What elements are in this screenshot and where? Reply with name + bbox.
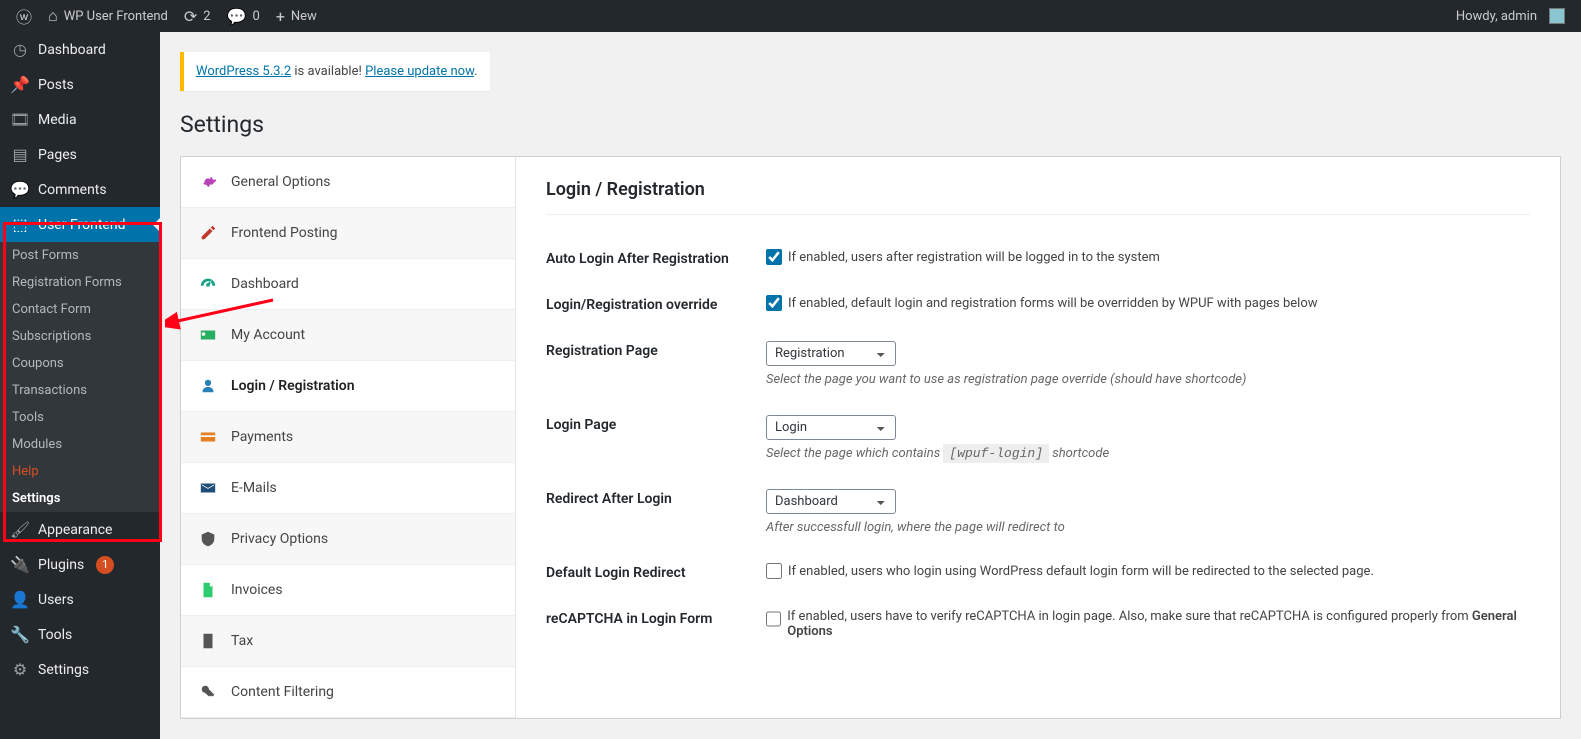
submenu-item-contact-form[interactable]: Contact Form [0, 296, 160, 323]
page-title: Settings [180, 111, 1561, 138]
submenu-item-modules[interactable]: Modules [0, 431, 160, 458]
settings-panel: General OptionsFrontend PostingDashboard… [180, 156, 1561, 719]
submenu-item-registration-forms[interactable]: Registration Forms [0, 269, 160, 296]
id-icon [199, 326, 217, 344]
content-heading: Login / Registration [546, 179, 1530, 215]
reg-page-select[interactable]: Registration [766, 341, 896, 366]
wordpress-icon: ⓦ [16, 4, 32, 28]
submenu-item-subscriptions[interactable]: Subscriptions [0, 323, 160, 350]
tab-payments[interactable]: Payments [181, 412, 515, 463]
toolbar-site-link[interactable]: ⌂ WP User Frontend [40, 0, 176, 32]
sidebar-item-users[interactable]: 👤Users [0, 582, 160, 617]
auto-login-checkbox[interactable] [766, 249, 782, 265]
user-frontend-icon: ⬚ [10, 215, 30, 234]
tab-my-account[interactable]: My Account [181, 310, 515, 361]
field-auto-login: Auto Login After Registration If enabled… [546, 235, 1530, 281]
tab-content-filtering[interactable]: Content Filtering [181, 667, 515, 718]
posts-icon: 📌 [10, 75, 30, 94]
doc2-icon [199, 632, 217, 650]
submenu-item-post-forms[interactable]: Post Forms [0, 242, 160, 269]
comments-icon: 💬 [10, 180, 30, 199]
home-icon: ⌂ [48, 6, 58, 26]
settings-tabs: General OptionsFrontend PostingDashboard… [181, 157, 516, 718]
sidebar-item-comments[interactable]: 💬Comments [0, 172, 160, 207]
card-icon [199, 428, 217, 446]
doc-icon [199, 581, 217, 599]
sidebar-item-pages[interactable]: ▤Pages [0, 137, 160, 172]
main-content: WordPress 5.3.2 is available! Please upd… [160, 32, 1581, 739]
submenu-item-settings[interactable]: Settings [0, 485, 160, 512]
field-reg-page: Registration Page Registration Select th… [546, 327, 1530, 401]
site-name: WP User Frontend [64, 9, 168, 24]
shield-icon [199, 530, 217, 548]
sidebar-item-media[interactable]: 🎞Media [0, 102, 160, 137]
default-redirect-checkbox[interactable] [766, 563, 782, 579]
redirect-select[interactable]: Dashboard [766, 489, 896, 514]
toolbar-new[interactable]: +New [268, 0, 325, 32]
field-recaptcha: reCAPTCHA in Login Form If enabled, user… [546, 595, 1530, 653]
settings-content: Login / Registration Auto Login After Re… [516, 157, 1560, 718]
plugins-icon: 🔌 [10, 555, 30, 574]
tab-general-options[interactable]: General Options [181, 157, 515, 208]
appearance-icon: 🖌 [10, 520, 30, 539]
pencil-icon [199, 224, 217, 242]
submenu-item-coupons[interactable]: Coupons [0, 350, 160, 377]
field-default-redirect: Default Login Redirect If enabled, users… [546, 549, 1530, 595]
submenu-item-help[interactable]: Help [0, 458, 160, 485]
user-icon [199, 377, 217, 395]
update-now-link[interactable]: Please update now [365, 64, 474, 79]
users-icon: 👤 [10, 590, 30, 609]
toolbar-comments[interactable]: 💬0 [219, 0, 268, 32]
admin-sidebar: ◷Dashboard📌Posts🎞Media▤Pages💬Comments⬚Us… [0, 32, 160, 739]
toolbar-account[interactable]: Howdy, admin [1448, 0, 1573, 32]
mail-icon [199, 479, 217, 497]
sidebar-item-dashboard[interactable]: ◷Dashboard [0, 32, 160, 67]
login-page-select[interactable]: Login [766, 415, 896, 440]
admin-toolbar: ⓦ ⌂ WP User Frontend ⟳2 💬0 +New Howdy, ad… [0, 0, 1581, 32]
key-icon [199, 683, 217, 701]
update-version-link[interactable]: WordPress 5.3.2 [196, 64, 291, 79]
sidebar-item-user-frontend[interactable]: ⬚User Frontend [0, 207, 160, 242]
tab-login-registration[interactable]: Login / Registration [181, 361, 515, 412]
comment-icon: 💬 [227, 7, 247, 26]
tab-tax[interactable]: Tax [181, 616, 515, 667]
update-badge: 1 [96, 556, 114, 574]
sidebar-item-settings[interactable]: ⚙Settings [0, 652, 160, 687]
tab-dashboard[interactable]: Dashboard [181, 259, 515, 310]
submenu-item-transactions[interactable]: Transactions [0, 377, 160, 404]
pages-icon: ▤ [10, 145, 30, 164]
sidebar-item-tools[interactable]: 🔧Tools [0, 617, 160, 652]
recaptcha-checkbox[interactable] [766, 611, 781, 627]
refresh-icon: ⟳ [184, 7, 197, 26]
submenu-item-tools[interactable]: Tools [0, 404, 160, 431]
avatar [1549, 8, 1565, 24]
tab-frontend-posting[interactable]: Frontend Posting [181, 208, 515, 259]
dashboard-icon: ◷ [10, 40, 30, 59]
sidebar-item-appearance[interactable]: 🖌Appearance [0, 512, 160, 547]
gauge-icon [199, 275, 217, 293]
tools-icon: 🔧 [10, 625, 30, 644]
tab-e-mails[interactable]: E-Mails [181, 463, 515, 514]
toolbar-updates[interactable]: ⟳2 [176, 0, 219, 32]
gear-icon [199, 173, 217, 191]
toolbar-wp-logo[interactable]: ⓦ [8, 0, 40, 32]
settings-icon: ⚙ [10, 660, 30, 679]
plus-icon: + [276, 7, 285, 26]
sidebar-item-posts[interactable]: 📌Posts [0, 67, 160, 102]
update-notice: WordPress 5.3.2 is available! Please upd… [180, 52, 490, 91]
field-login-page: Login Page Login Select the page which c… [546, 401, 1530, 475]
media-icon: 🎞 [10, 110, 30, 129]
tab-invoices[interactable]: Invoices [181, 565, 515, 616]
field-redirect: Redirect After Login Dashboard After suc… [546, 475, 1530, 549]
override-checkbox[interactable] [766, 295, 782, 311]
sidebar-item-plugins[interactable]: 🔌Plugins1 [0, 547, 160, 582]
field-override: Login/Registration override If enabled, … [546, 281, 1530, 327]
tab-privacy-options[interactable]: Privacy Options [181, 514, 515, 565]
